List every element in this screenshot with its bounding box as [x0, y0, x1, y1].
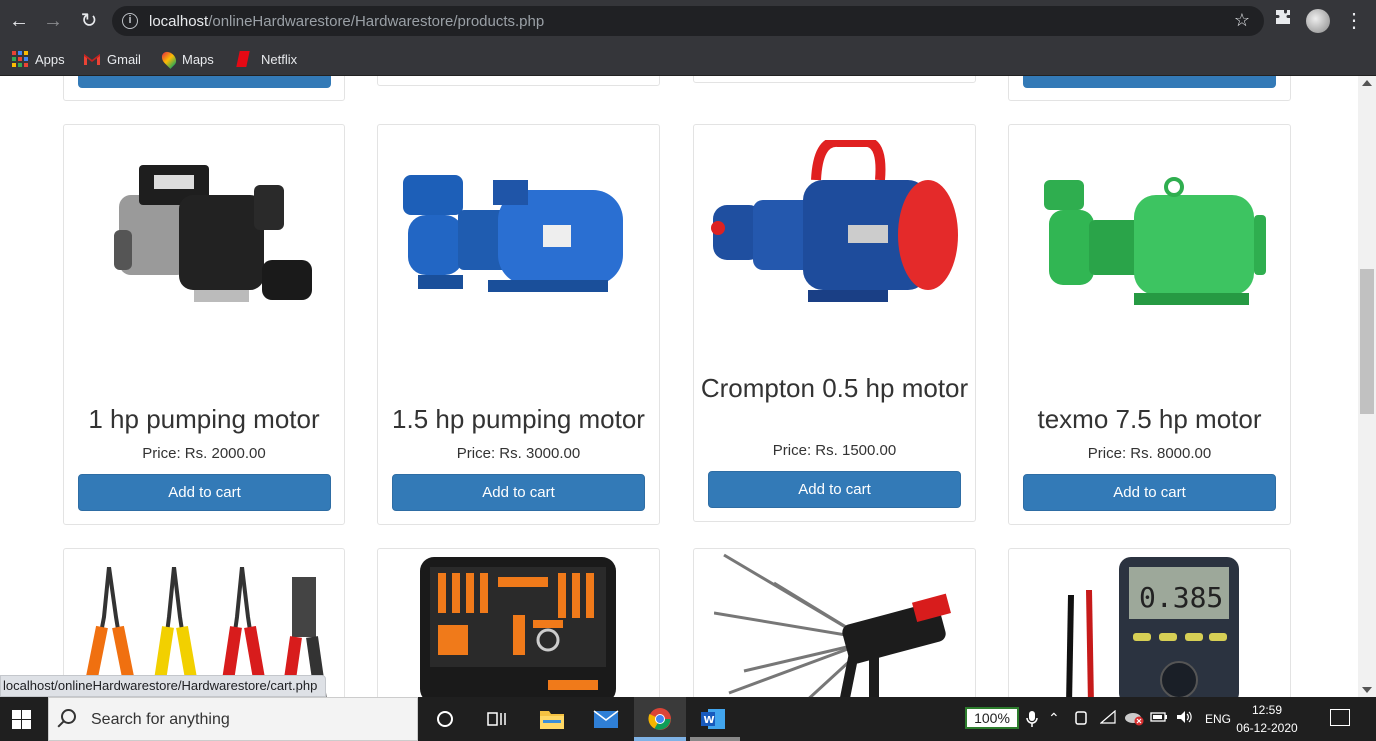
device-icon[interactable] — [1074, 710, 1088, 729]
volume-icon[interactable] — [1176, 710, 1194, 727]
bookmark-label: Gmail — [107, 51, 141, 67]
pump-motor-green-image — [1044, 177, 1266, 305]
chrome-icon — [648, 708, 671, 730]
taskbar-search-placeholder: Search for anything — [91, 711, 230, 728]
page-content[interactable]: 1 hp pumping motor Price: Rs. 2000.00 Ad… — [0, 76, 1358, 697]
apps-grid-icon — [12, 51, 28, 67]
clock-date: 06-12-2020 — [1236, 721, 1298, 735]
microphone-icon[interactable] — [1026, 710, 1038, 731]
zoom-level-indicator[interactable]: 100% — [965, 707, 1019, 729]
address-bar[interactable]: i localhost/onlineHardwarestore/Hardware… — [112, 6, 1264, 36]
netflix-icon — [236, 51, 250, 67]
product-card: Crompton 0.5 hp motor Price: Rs. 1500.00… — [693, 124, 976, 522]
product-card-partial — [693, 76, 976, 83]
pump-motor-blue-red-image — [711, 140, 958, 302]
bookmark-star-icon[interactable]: ☆ — [1234, 10, 1250, 31]
extensions-icon[interactable] — [1274, 8, 1292, 31]
reload-icon[interactable]: ↻ — [76, 8, 102, 34]
add-to-cart-button[interactable]: Add to cart — [78, 474, 331, 511]
url-text[interactable]: localhost/onlineHardwarestore/Hardwarest… — [149, 13, 544, 30]
bookmark-label: Maps — [182, 51, 214, 67]
product-card: 1.5 hp pumping motor Price: Rs. 3000.00 … — [377, 124, 660, 525]
product-card-partial — [377, 76, 660, 86]
product-card: 0.385 — [1008, 548, 1291, 697]
bookmark-apps[interactable]: Apps — [12, 48, 65, 70]
language-indicator[interactable]: ENG — [1205, 712, 1231, 726]
word-open-indicator — [690, 737, 740, 741]
onedrive-error-icon[interactable] — [1124, 710, 1144, 729]
menu-icon[interactable]: ⋮ — [1344, 8, 1364, 33]
maps-icon — [159, 49, 179, 69]
multimeter-display: 0.385 — [1139, 581, 1223, 614]
bookmarks-bar: Apps Gmail Maps Netflix — [0, 42, 1376, 76]
back-icon[interactable]: ← — [6, 8, 32, 34]
pump-motor-black-image — [114, 165, 312, 302]
add-to-cart-button[interactable]: Add to cart — [392, 474, 645, 511]
scroll-down-icon[interactable] — [1362, 687, 1372, 693]
status-bar-link-preview: localhost/onlineHardwarestore/Hardwarest… — [0, 675, 327, 697]
profile-avatar[interactable] — [1306, 9, 1330, 33]
product-card: 1 hp pumping motor Price: Rs. 2000.00 Ad… — [63, 124, 345, 525]
bookmark-label: Apps — [35, 51, 65, 67]
page-scrollbar[interactable] — [1358, 76, 1376, 697]
bookmark-label: Netflix — [261, 51, 298, 67]
task-view-icon[interactable] — [484, 707, 510, 731]
product-price: Price: Rs. 8000.00 — [1087, 445, 1212, 462]
toolkit-image — [420, 557, 616, 697]
product-card — [693, 548, 976, 697]
screwdriver-set-image — [714, 553, 951, 697]
product-title: 1.5 hp pumping motor — [392, 404, 645, 434]
word-icon[interactable]: W — [700, 707, 726, 731]
windows-start-icon[interactable] — [12, 710, 31, 729]
mail-icon[interactable] — [593, 707, 619, 731]
product-card-partial — [63, 76, 345, 101]
add-to-cart-button[interactable]: Add to cart — [708, 471, 961, 508]
product-card: texmo 7.5 hp motor Price: Rs. 8000.00 Ad… — [1008, 124, 1291, 525]
bookmark-netflix[interactable]: Netflix — [236, 48, 298, 70]
file-explorer-icon[interactable] — [539, 707, 565, 731]
chrome-active-indicator — [634, 737, 686, 741]
product-card-partial — [1008, 76, 1291, 101]
search-icon — [61, 709, 76, 724]
product-title: texmo 7.5 hp motor — [1037, 404, 1262, 434]
product-price: Price: Rs. 3000.00 — [456, 445, 581, 462]
product-price: Price: Rs. 2000.00 — [142, 445, 266, 462]
windows-taskbar: Search for anything W 100% ⌃ ENG 12:59 0… — [0, 697, 1376, 741]
system-clock[interactable]: 12:59 06-12-2020 — [1236, 701, 1298, 737]
cortana-icon[interactable] — [434, 707, 460, 731]
scroll-up-icon[interactable] — [1362, 80, 1372, 86]
svg-text:W: W — [704, 715, 715, 726]
add-to-cart-button[interactable]: Add to cart — [1023, 474, 1276, 511]
site-info-icon[interactable]: i — [122, 13, 138, 29]
action-center-icon[interactable] — [1330, 709, 1350, 726]
show-hidden-icons-icon[interactable]: ⌃ — [1048, 710, 1060, 727]
product-title: 1 hp pumping motor — [88, 404, 320, 434]
wifi-icon[interactable] — [1099, 709, 1116, 727]
bookmark-gmail[interactable]: Gmail — [84, 48, 141, 70]
chrome-taskbar-button[interactable] — [634, 697, 686, 741]
bookmark-maps[interactable]: Maps — [159, 48, 214, 70]
forward-icon[interactable]: → — [40, 8, 66, 34]
add-to-cart-button-partial[interactable] — [1023, 76, 1276, 88]
clock-time: 12:59 — [1251, 703, 1283, 717]
taskbar-search-box[interactable]: Search for anything — [48, 697, 418, 741]
browser-toolbar: ← → ↻ i localhost/onlineHardwarestore/Ha… — [0, 0, 1376, 42]
battery-icon[interactable] — [1150, 710, 1168, 727]
add-to-cart-button-partial[interactable] — [78, 76, 331, 88]
product-title: Crompton 0.5 hp motor — [700, 373, 969, 403]
gmail-icon — [84, 54, 100, 65]
pump-motor-blue-image — [403, 175, 623, 292]
product-card — [377, 548, 660, 697]
scroll-thumb[interactable] — [1360, 269, 1374, 414]
product-price: Price: Rs. 1500.00 — [772, 442, 897, 459]
multimeter-image: 0.385 — [1066, 557, 1239, 697]
